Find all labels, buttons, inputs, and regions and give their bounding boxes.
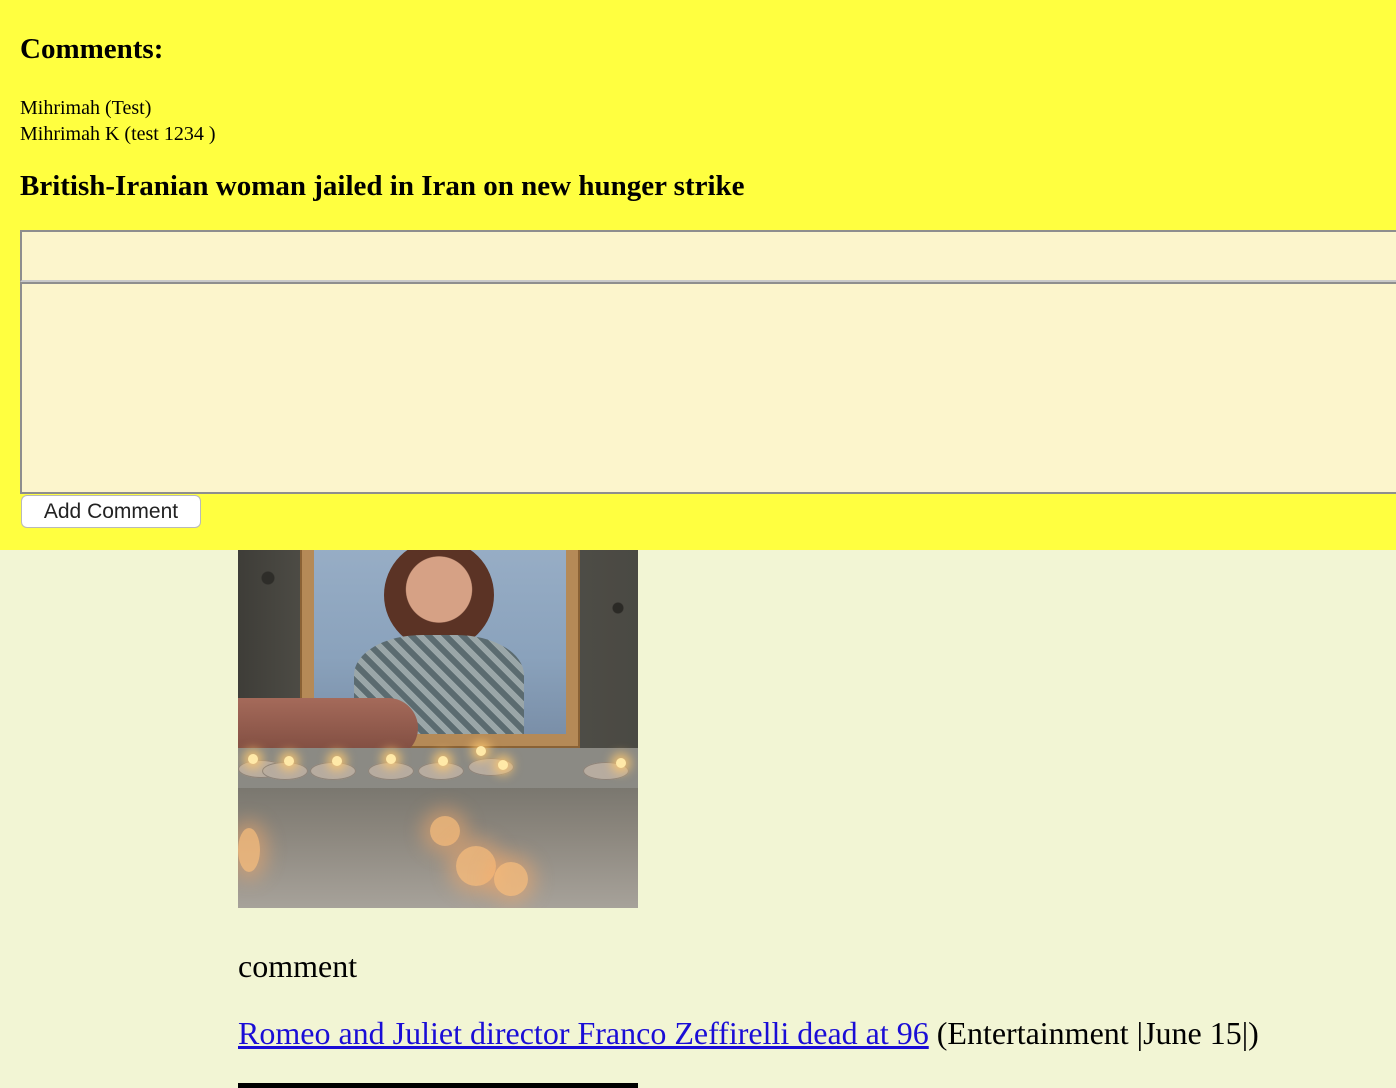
candle-bokeh <box>430 816 460 846</box>
next-article: Romeo and Juliet director Franco Zeffire… <box>238 1012 1259 1054</box>
add-comment-button[interactable]: Add Comment <box>21 495 201 528</box>
candle-bokeh <box>494 862 528 896</box>
divider-bar <box>238 1083 638 1088</box>
candle <box>368 762 414 780</box>
candle-flame <box>284 756 294 766</box>
comments-heading: Comments: <box>20 33 164 65</box>
candle-flame <box>498 760 508 770</box>
candle-flame <box>616 758 626 768</box>
comments-panel: Comments: Mihrimah (Test) Mihrimah K (te… <box>0 0 1396 550</box>
comment-item: Mihrimah K (test 1234 ) <box>20 123 216 145</box>
candle-flame <box>332 756 342 766</box>
next-article-meta: (Entertainment |June 15|) <box>936 1015 1259 1051</box>
candle-bokeh <box>456 846 496 886</box>
candle-bokeh <box>238 828 260 872</box>
comment-title-input[interactable] <box>20 230 1396 282</box>
page: comment Romeo and Juliet director Franco… <box>0 0 1396 1088</box>
comment-label: comment <box>238 948 358 984</box>
candle-flame <box>476 746 486 756</box>
article-photo <box>238 548 638 908</box>
comment-body-textarea[interactable] <box>20 282 1396 494</box>
next-article-link[interactable]: Romeo and Juliet director Franco Zeffire… <box>238 1015 929 1051</box>
comment-item: Mihrimah (Test) <box>20 97 152 119</box>
candle-flame <box>248 754 258 764</box>
candle-flame <box>386 754 396 764</box>
article-title: British-Iranian woman jailed in Iran on … <box>20 170 745 202</box>
comment-list: Mihrimah (Test) Mihrimah K (test 1234 ) <box>20 95 216 147</box>
candle-flame <box>438 756 448 766</box>
